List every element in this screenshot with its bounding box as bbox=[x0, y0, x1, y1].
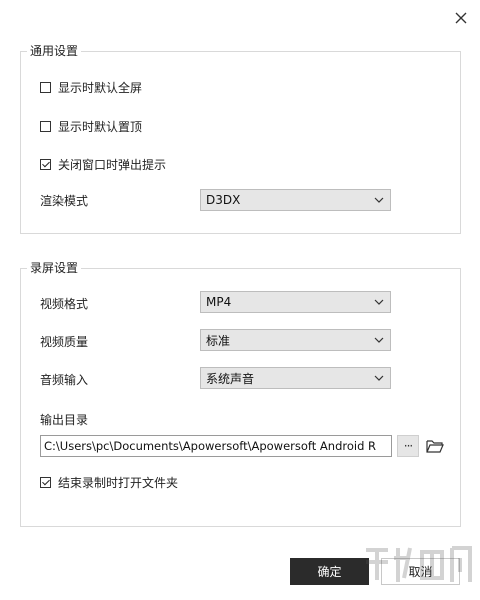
open-folder-label: 结束录制时打开文件夹 bbox=[58, 476, 179, 490]
open-folder-button[interactable] bbox=[425, 436, 445, 456]
render-mode-value: D3DX bbox=[206, 193, 241, 207]
video-quality-label: 视频质量 bbox=[40, 335, 89, 349]
close-prompt-label: 关闭窗口时弹出提示 bbox=[58, 158, 167, 172]
video-format-value: MP4 bbox=[206, 295, 232, 309]
recording-settings-title: 录屏设置 bbox=[27, 260, 82, 276]
browse-button[interactable]: ··· bbox=[397, 435, 419, 457]
video-quality-select[interactable]: 标准 bbox=[200, 329, 391, 351]
audio-input-select[interactable]: 系统声音 bbox=[200, 367, 391, 389]
output-dir-input[interactable]: C:\Users\pc\Documents\Apowersoft\Apowers… bbox=[40, 435, 392, 457]
video-quality-value: 标准 bbox=[206, 333, 231, 348]
close-prompt-checkbox-row[interactable]: 关闭窗口时弹出提示 bbox=[40, 156, 166, 173]
chevron-down-icon bbox=[374, 299, 384, 305]
video-format-label: 视频格式 bbox=[40, 297, 89, 311]
cancel-button[interactable]: 取消 bbox=[381, 558, 460, 585]
fullscreen-checkbox-row[interactable]: 显示时默认全屏 bbox=[40, 79, 142, 96]
general-settings-title: 通用设置 bbox=[27, 43, 82, 59]
audio-input-label: 音频输入 bbox=[40, 373, 89, 387]
close-button[interactable] bbox=[452, 9, 470, 27]
chevron-down-icon bbox=[374, 337, 384, 343]
chevron-down-icon bbox=[374, 197, 384, 203]
close-icon bbox=[455, 12, 467, 24]
chevron-down-icon bbox=[374, 375, 384, 381]
topmost-checkbox[interactable] bbox=[40, 121, 51, 132]
open-folder-checkbox-row[interactable]: 结束录制时打开文件夹 bbox=[40, 474, 178, 491]
topmost-checkbox-row[interactable]: 显示时默认置顶 bbox=[40, 118, 142, 135]
close-prompt-checkbox[interactable] bbox=[40, 159, 51, 170]
folder-open-icon bbox=[426, 440, 444, 453]
audio-input-value: 系统声音 bbox=[206, 371, 255, 386]
video-format-select[interactable]: MP4 bbox=[200, 291, 391, 313]
ok-button[interactable]: 确定 bbox=[290, 558, 369, 585]
render-mode-select[interactable]: D3DX bbox=[200, 189, 391, 211]
render-mode-label: 渲染模式 bbox=[40, 194, 89, 208]
topmost-label: 显示时默认置顶 bbox=[58, 120, 143, 134]
fullscreen-checkbox[interactable] bbox=[40, 82, 51, 93]
open-folder-checkbox[interactable] bbox=[40, 477, 51, 488]
fullscreen-label: 显示时默认全屏 bbox=[58, 81, 143, 95]
output-dir-label: 输出目录 bbox=[40, 413, 89, 427]
